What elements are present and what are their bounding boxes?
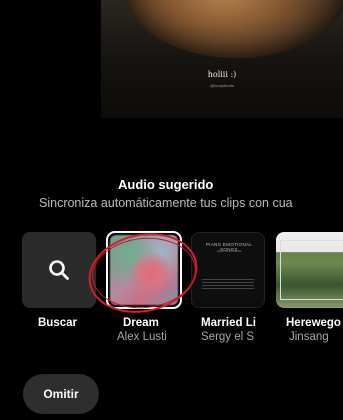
video-caption: holiii :) bbox=[207, 70, 237, 79]
search-icon bbox=[49, 260, 69, 280]
search-tile[interactable] bbox=[22, 232, 96, 308]
video-preview: holiii :) @loudybeats bbox=[101, 0, 343, 118]
album-art-herewego-frame bbox=[280, 240, 343, 300]
tile-artist-herewego: Jinsang bbox=[289, 331, 329, 343]
album-art-married-tiny: piano instrumental bbox=[216, 249, 242, 253]
tile-label-married-life: Married Li bbox=[201, 317, 256, 329]
tile-artist-dream: Alex Lusti bbox=[117, 331, 167, 343]
tile-label-search: Buscar bbox=[38, 317, 77, 329]
tile-label-herewego: Herewego bbox=[286, 317, 341, 329]
panel-subtitle: Sincroniza automáticamente tus clips con… bbox=[39, 196, 293, 210]
panel-title: Audio sugerido bbox=[118, 177, 214, 192]
tile-artist-married-life: Sergy el S bbox=[201, 331, 255, 343]
skip-button[interactable]: Omitir bbox=[23, 374, 99, 414]
audio-tile-married-life[interactable]: PIANO EMOTIONAL SONGS piano instrumental bbox=[191, 232, 265, 308]
video-subcaption: @loudybeats bbox=[210, 83, 234, 88]
video-orb bbox=[121, 0, 343, 58]
piano-keys-graphic bbox=[202, 279, 254, 289]
tile-label-dream: Dream bbox=[123, 317, 159, 329]
audio-tile-herewego[interactable] bbox=[276, 232, 343, 308]
